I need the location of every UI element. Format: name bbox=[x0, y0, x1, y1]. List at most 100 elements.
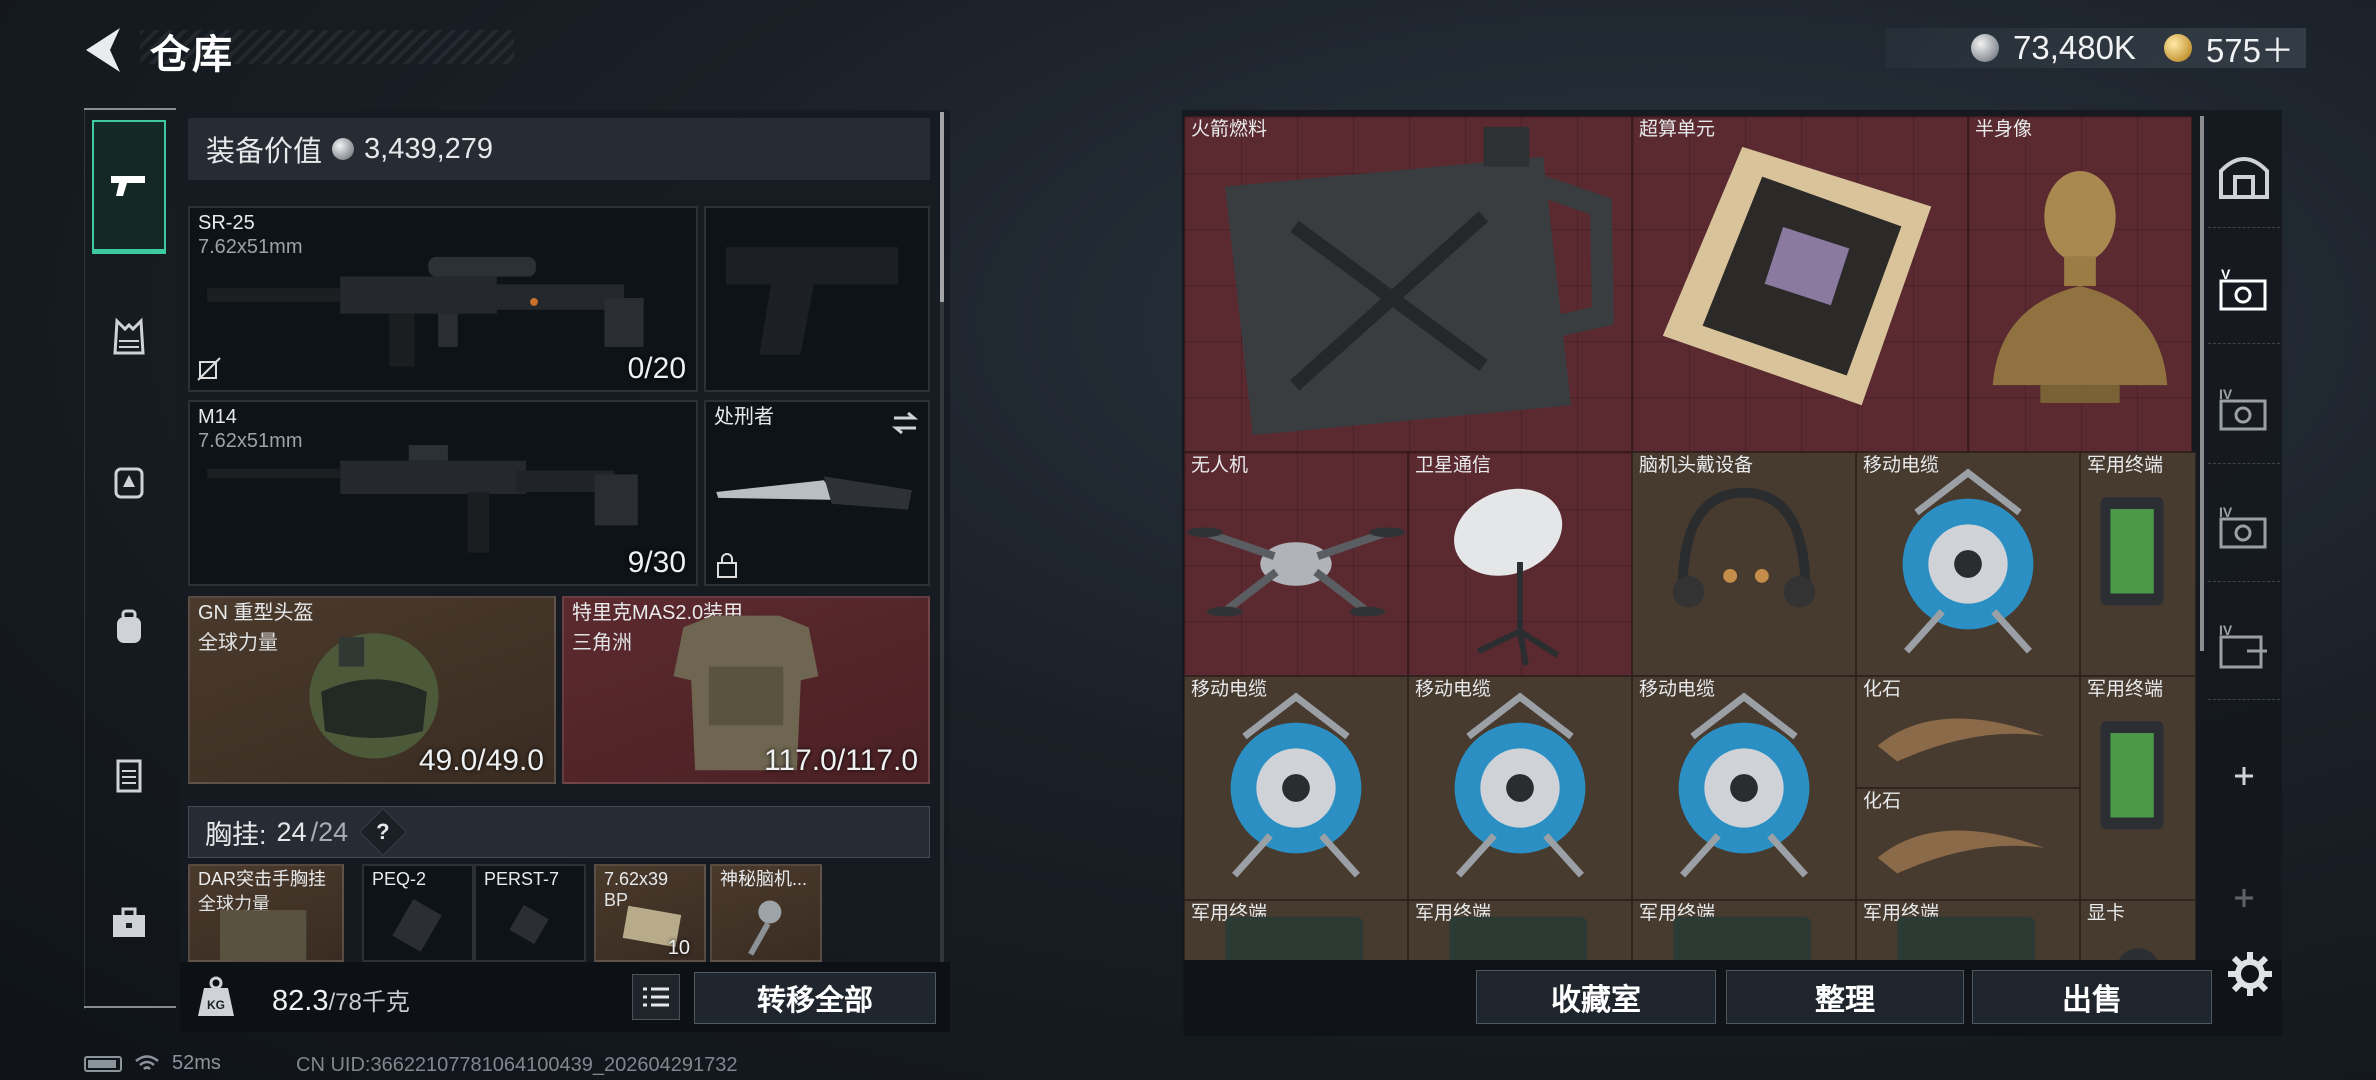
carry-weight-current: 82.3 bbox=[272, 985, 329, 1017]
storage-item[interactable]: 脑机头戴设备 bbox=[1632, 452, 1856, 676]
collection-room-button[interactable]: 收藏室 bbox=[1476, 970, 1716, 1024]
armor-slot[interactable]: 特里克MAS2.0装甲 三角洲 117.0/117.0 bbox=[562, 596, 930, 784]
bust-statue-image bbox=[1992, 171, 2168, 403]
equipment-value: 3,439,279 bbox=[364, 132, 494, 165]
military-terminal-image bbox=[1673, 916, 1811, 960]
clipboard-icon bbox=[116, 759, 142, 793]
cable-reel-image bbox=[1902, 468, 2034, 654]
military-terminal-image bbox=[1897, 916, 2035, 960]
carry-weight-max: /78千克 bbox=[328, 989, 410, 1016]
sidebar-item-backpack[interactable] bbox=[92, 560, 166, 694]
back-arrow-icon bbox=[86, 28, 120, 72]
page-title: 仓库 bbox=[150, 33, 234, 77]
lock-icon bbox=[717, 553, 737, 578]
storage-item[interactable]: 化石 bbox=[1856, 788, 2080, 900]
storage-item[interactable]: 移动电缆 bbox=[1856, 452, 2080, 676]
ammo-count: 0/20 bbox=[627, 352, 686, 385]
storage-item[interactable]: 火箭燃料 bbox=[1184, 116, 1632, 452]
chest-item-slot[interactable]: PEQ-2 bbox=[362, 864, 474, 962]
storage-item[interactable]: 军用终端 bbox=[1856, 900, 2080, 960]
storage-tab-iv-2[interactable]: IV bbox=[2208, 478, 2280, 582]
sr25-rifle-image bbox=[207, 256, 644, 367]
storage-item[interactable]: 军用终端 bbox=[1632, 900, 1856, 960]
sidebar-item-vest[interactable] bbox=[92, 270, 166, 404]
storage-item[interactable]: 移动电缆 bbox=[1408, 676, 1632, 900]
helmet-slot[interactable]: GN 重型头盔 全球力量 49.0/49.0 bbox=[188, 596, 556, 784]
pistol-slot[interactable] bbox=[704, 206, 930, 392]
jerry-can-image bbox=[1225, 126, 1614, 436]
equipment-value-bar: 装备价值 3,439,279 bbox=[188, 118, 930, 180]
gear-icon[interactable] bbox=[2226, 950, 2274, 998]
sidebar-item-weapons[interactable] bbox=[92, 120, 166, 254]
sidebar-item-backpack-alert[interactable] bbox=[92, 414, 166, 548]
fossil-claw-image bbox=[1877, 718, 2045, 762]
m14-rifle-image bbox=[207, 445, 638, 553]
sidebar-item-toolbox[interactable] bbox=[92, 856, 166, 990]
storage-item[interactable]: 移动电缆 bbox=[1184, 676, 1408, 900]
storage-item[interactable]: 军用终端 bbox=[1184, 900, 1408, 960]
svg-text:IV: IV bbox=[2219, 386, 2233, 402]
melee-slot[interactable]: 处刑者 bbox=[704, 400, 930, 586]
loadout-scroll-thumb[interactable] bbox=[940, 112, 944, 302]
chest-rig-bar: 胸挂: 24 /24 ? bbox=[188, 806, 930, 858]
chest-rig-image bbox=[219, 910, 307, 960]
sidebar-item-case[interactable] bbox=[92, 708, 166, 842]
pistol-icon bbox=[111, 175, 145, 196]
storage-item[interactable]: 军用终端 bbox=[2080, 676, 2196, 900]
plus-icon bbox=[2235, 889, 2253, 907]
back-button[interactable] bbox=[80, 24, 126, 76]
chest-item-slot[interactable]: DAR突击手胸挂 全球力量 bbox=[188, 864, 344, 962]
perst7-image bbox=[509, 904, 549, 945]
storage-item[interactable]: 军用终端 bbox=[1408, 900, 1632, 960]
list-icon bbox=[643, 987, 669, 1007]
storage-tab-v[interactable]: V bbox=[2208, 240, 2280, 344]
chest-item-slot[interactable]: 神秘脑机... bbox=[710, 864, 822, 962]
add-storage-button-disabled bbox=[2208, 846, 2280, 950]
storage-scrollbar[interactable] bbox=[2200, 116, 2204, 651]
backpack-icon bbox=[117, 609, 141, 643]
storage-item[interactable]: 半身像 bbox=[1968, 116, 2192, 452]
chest-item-slot[interactable]: PERST-7 bbox=[474, 864, 586, 962]
currency-bar: 73,480K 575＋ bbox=[1886, 28, 2306, 69]
storage-tab-iv-1[interactable]: IV bbox=[2208, 360, 2280, 464]
storage-item[interactable]: 化石 bbox=[1856, 676, 2080, 788]
sort-button[interactable]: 整理 bbox=[1726, 970, 1964, 1024]
svg-text:KG: KG bbox=[207, 998, 225, 1012]
military-terminal-image bbox=[2100, 721, 2164, 830]
brain-headset-image bbox=[1672, 487, 1816, 608]
transfer-all-button[interactable]: 转移全部 bbox=[694, 972, 936, 1024]
svg-text:IV: IV bbox=[2219, 504, 2233, 520]
military-terminal-image bbox=[2100, 497, 2164, 606]
chest-item-slot[interactable]: 7.62x39 BP 10 bbox=[594, 864, 706, 962]
storage-tab-safe[interactable] bbox=[2208, 124, 2280, 228]
equipment-value-label: 装备价值 bbox=[206, 136, 323, 168]
storage-item[interactable]: 显卡 bbox=[2080, 900, 2196, 960]
storage-item[interactable]: 移动电缆 bbox=[1632, 676, 1856, 900]
fossil-claw-image bbox=[1877, 830, 2045, 874]
add-storage-button[interactable] bbox=[2208, 724, 2280, 828]
secondary-weapon-slot[interactable]: M14 7.62x51mm 9/30 bbox=[188, 400, 698, 586]
system-status: 52ms bbox=[84, 1052, 221, 1075]
military-terminal-image bbox=[1449, 916, 1587, 960]
graphics-card-image bbox=[2118, 948, 2158, 960]
sell-button[interactable]: 出售 bbox=[1972, 970, 2212, 1024]
help-button[interactable]: ? bbox=[359, 807, 408, 857]
svg-text:IV: IV bbox=[2219, 622, 2233, 638]
helmet-durability: 49.0/49.0 bbox=[418, 744, 544, 777]
briefcase-icon bbox=[113, 907, 145, 937]
primary-weapon-slot[interactable]: SR-25 7.62x51mm 0/20 bbox=[188, 206, 698, 392]
storage-item[interactable]: 超算单元 bbox=[1632, 116, 1968, 452]
chest-rig-label: 胸挂: bbox=[205, 819, 267, 850]
storage-item[interactable]: 卫星通信 bbox=[1408, 452, 1632, 676]
storage-iv-icon: IV bbox=[2219, 386, 2267, 430]
storage-tab-iv-3[interactable]: IV bbox=[2208, 596, 2280, 700]
cable-reel-image bbox=[1678, 692, 1810, 878]
battery-icon bbox=[84, 1055, 122, 1072]
cable-reel-image bbox=[1454, 692, 1586, 878]
chest-rig-max: /24 bbox=[310, 816, 349, 847]
storage-item[interactable]: 无人机 bbox=[1184, 452, 1408, 676]
storage-item[interactable]: 军用终端 bbox=[2080, 452, 2196, 676]
silver-coin-icon bbox=[332, 138, 355, 160]
list-view-button[interactable] bbox=[632, 974, 680, 1020]
gold-currency-value[interactable]: 575＋ bbox=[2206, 24, 2294, 72]
